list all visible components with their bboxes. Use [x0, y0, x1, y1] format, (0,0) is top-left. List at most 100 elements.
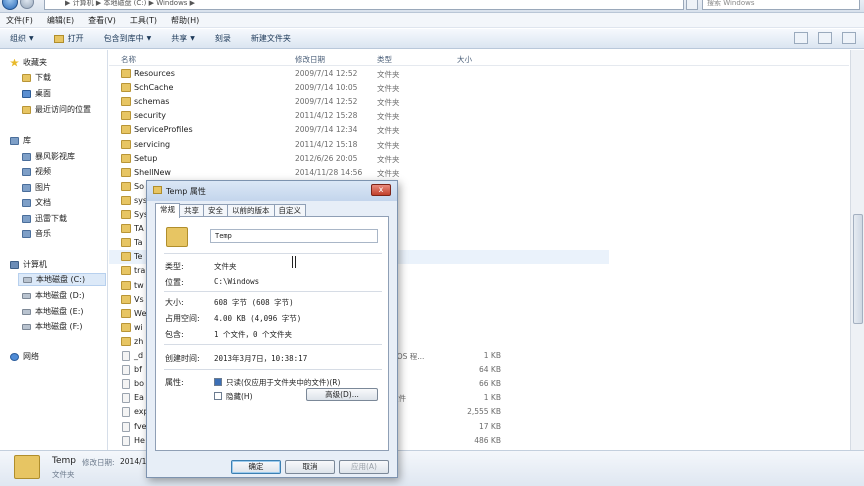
column-name[interactable]: 名称 — [121, 54, 136, 65]
drive-icon — [22, 308, 31, 315]
star-icon — [10, 58, 19, 67]
ok-button[interactable]: 确定 — [231, 460, 281, 474]
nav-xunlei[interactable]: 迅雷下载 — [22, 212, 67, 225]
file-type: 文件夹 — [377, 154, 400, 164]
file-name: ServiceProfiles — [134, 125, 193, 135]
open-button[interactable]: 打开 — [53, 33, 84, 44]
nav-computer[interactable]: 计算机 — [10, 258, 47, 271]
video-library-icon — [22, 152, 31, 161]
column-size[interactable]: 大小 — [457, 54, 472, 65]
dialog-tabs: 常规 共享 安全 以前的版本 自定义 — [155, 203, 306, 218]
new-folder-button[interactable]: 新建文件夹 — [251, 33, 291, 44]
search-input[interactable]: 搜索 Windows — [702, 0, 860, 10]
close-button[interactable]: x — [371, 184, 391, 196]
music-icon — [22, 229, 31, 238]
file-icon — [122, 351, 130, 361]
table-row[interactable]: Setup 2012/6/26 20:05 文件夹 — [109, 152, 609, 166]
nav-recent[interactable]: 最近访问的位置 — [22, 103, 91, 116]
apply-button[interactable]: 应用(A) — [339, 460, 389, 474]
file-icon — [122, 393, 130, 404]
nav-downloads[interactable]: 下载 — [22, 71, 51, 84]
table-row[interactable]: SchCache 2009/7/14 10:05 文件夹 — [109, 81, 609, 95]
nav-music[interactable]: 音乐 — [22, 227, 51, 240]
table-row[interactable]: ServiceProfiles 2009/7/14 12:34 文件夹 — [109, 123, 609, 137]
nav-videos[interactable]: 视频 — [22, 165, 51, 178]
nav-drive-f[interactable]: 本地磁盘 (F:) — [22, 320, 82, 333]
folder-icon — [166, 227, 188, 247]
column-type[interactable]: 类型 — [377, 54, 392, 65]
file-name: We — [134, 308, 147, 318]
nav-favorites[interactable]: 收藏夹 — [10, 56, 47, 69]
share-button[interactable]: 共享 ▼ — [171, 33, 195, 44]
tab-general[interactable]: 常规 — [155, 203, 180, 218]
view-mode-icon[interactable] — [794, 32, 808, 44]
address-field[interactable]: ▶ 计算机 ▶ 本地磁盘 (C:) ▶ Windows ▶ — [44, 0, 684, 10]
file-name: wi — [134, 322, 143, 332]
file-name: zh — [134, 336, 144, 346]
nav-baofeng[interactable]: 暴风影视库 — [22, 150, 75, 163]
folder-icon — [121, 322, 131, 332]
burn-label: 刻录 — [214, 34, 231, 43]
cancel-button[interactable]: 取消 — [285, 460, 335, 474]
search-placeholder: 搜索 Windows — [707, 0, 755, 7]
nav-pictures[interactable]: 图片 — [22, 181, 51, 194]
menu-file[interactable]: 文件(F) — [6, 15, 33, 26]
table-row[interactable]: schemas 2009/7/14 12:52 文件夹 — [109, 95, 609, 109]
nav-label: 计算机 — [23, 260, 47, 269]
column-date[interactable]: 修改日期 — [295, 54, 325, 65]
file-date: 2009/7/14 10:05 — [295, 83, 358, 93]
forward-button[interactable] — [20, 0, 34, 9]
folder-icon — [121, 336, 131, 346]
preview-pane-icon[interactable] — [818, 32, 832, 44]
file-icon — [122, 407, 130, 418]
table-row[interactable]: Resources 2009/7/14 12:52 文件夹 — [109, 67, 609, 81]
nav-documents[interactable]: 文档 — [22, 196, 51, 209]
separator — [164, 344, 382, 345]
nav-drive-c[interactable]: 本地磁盘 (C:) — [18, 273, 106, 286]
drive-icon — [23, 276, 32, 283]
table-row[interactable]: servicing 2011/4/12 15:18 文件夹 — [109, 138, 609, 152]
folder-icon — [121, 153, 131, 163]
nav-label: 网络 — [23, 352, 39, 361]
menu-view[interactable]: 查看(V) — [88, 15, 116, 26]
menu-edit[interactable]: 编辑(E) — [47, 15, 74, 26]
refresh-button[interactable] — [686, 0, 698, 10]
dialog-title-bar[interactable]: Temp 属性 x — [147, 181, 397, 201]
vertical-scrollbar[interactable] — [850, 50, 864, 450]
file-name: bf — [134, 365, 142, 375]
details-type: 文件夹 — [52, 470, 75, 479]
nav-drive-e[interactable]: 本地磁盘 (E:) — [22, 305, 84, 318]
help-icon[interactable] — [842, 32, 856, 44]
file-icon — [122, 365, 130, 376]
folder-name-input[interactable]: Temp — [210, 229, 378, 243]
menu-help[interactable]: 帮助(H) — [171, 15, 199, 26]
computer-icon — [10, 260, 19, 269]
file-date: 2014/11/28 14:56 — [295, 167, 363, 177]
size-value: 608 字节 (608 字节) — [214, 298, 294, 307]
burn-button[interactable]: 刻录 — [215, 33, 231, 44]
table-row[interactable]: ShellNew 2014/11/28 14:56 文件夹 — [109, 166, 609, 180]
include-in-library-button[interactable]: 包含到库中 ▼ — [104, 33, 152, 44]
file-size: 1 KB — [483, 351, 501, 360]
nav-desktop[interactable]: 桌面 — [22, 87, 51, 100]
file-name: servicing — [134, 139, 171, 149]
nav-label: 暴风影视库 — [35, 152, 75, 161]
readonly-checkbox[interactable] — [214, 378, 222, 386]
organize-button[interactable]: 组织 ▼ — [10, 33, 34, 44]
hidden-checkbox[interactable] — [214, 392, 222, 400]
menu-tools[interactable]: 工具(T) — [130, 15, 157, 26]
file-type: 文件夹 — [377, 84, 400, 94]
nav-libraries[interactable]: 库 — [10, 134, 31, 147]
nav-drive-d[interactable]: 本地磁盘 (D:) — [22, 289, 85, 302]
scrollbar-thumb[interactable] — [853, 214, 863, 324]
back-button[interactable] — [2, 0, 18, 10]
nav-network[interactable]: 网络 — [10, 350, 39, 363]
file-name: Resources — [134, 69, 175, 78]
library-icon — [10, 136, 19, 145]
general-panel: Temp 类型: 文件夹 位置: C:\Windows 大小: 608 字节 (… — [155, 216, 389, 451]
table-row[interactable]: security 2011/4/12 15:28 文件夹 — [109, 109, 609, 123]
file-type: 文件夹 — [377, 126, 400, 136]
advanced-button[interactable]: 高级(D)... — [306, 388, 378, 401]
disk-size-value: 4.00 KB (4,096 字节) — [214, 314, 302, 323]
file-size: 2,555 KB — [467, 407, 501, 417]
